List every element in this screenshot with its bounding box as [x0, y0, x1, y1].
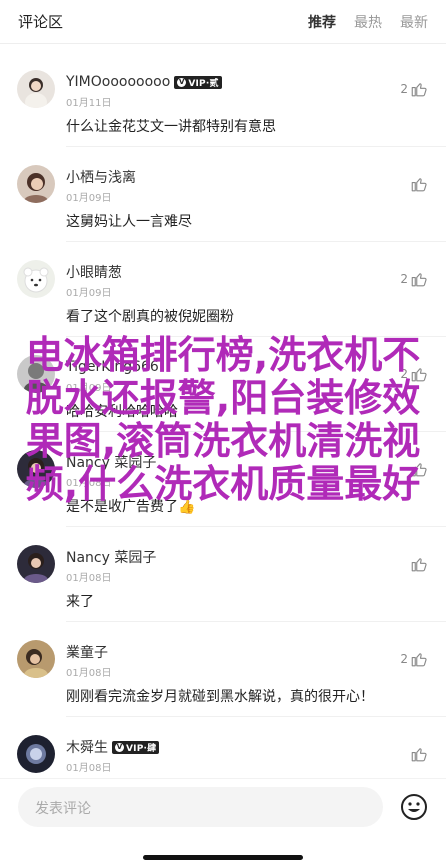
thumbs-up-icon	[411, 83, 427, 97]
comment-item: 小眼睛葱 01月09日 看了这个剧真的被倪妮圈粉 2	[0, 242, 446, 337]
username[interactable]: 業童子	[66, 642, 108, 662]
like-button[interactable]: 2	[400, 650, 428, 668]
comment-input-bar: 发表评论	[0, 778, 446, 839]
emoji-icon[interactable]	[400, 793, 428, 821]
comment-date: 01月11日	[66, 98, 112, 109]
vip-icon: V	[115, 742, 124, 752]
username[interactable]: 小眼睛葱	[66, 262, 122, 282]
username[interactable]: YIMOoooooooo	[66, 74, 170, 90]
username[interactable]: 小栖与浅离	[66, 167, 136, 187]
avatar[interactable]	[17, 640, 55, 678]
tab-recommended[interactable]: 推荐	[308, 12, 336, 32]
username[interactable]: 木舜生	[66, 737, 108, 757]
comment-date: 01月08日	[66, 763, 112, 774]
like-button[interactable]	[408, 745, 428, 763]
comment-text: 这舅妈让人一言难尽	[66, 214, 192, 230]
comments-header: 评论区 推荐 最热 最新	[0, 0, 446, 44]
vip-badge: V VIP·肆	[112, 740, 160, 754]
comment-text: 来了	[66, 594, 94, 610]
thumbs-up-icon	[411, 748, 427, 762]
thumbs-up-icon	[411, 558, 427, 572]
comment-item: 小栖与浅离 01月09日 这舅妈让人一言难尽	[0, 147, 446, 242]
comment-item: Nancy 菜园子 01月08日 来了	[0, 527, 446, 622]
comment-date: 01月09日	[66, 193, 112, 204]
tab-newest[interactable]: 最新	[400, 12, 428, 32]
avatar[interactable]	[17, 260, 55, 298]
page-title: 评论区	[18, 13, 64, 31]
avatar[interactable]	[17, 735, 55, 773]
comment-item: 業童子 01月08日 刚刚看完流金岁月就碰到黑水解说，真的很开心！ 2	[0, 622, 446, 717]
tab-hottest[interactable]: 最热	[354, 12, 382, 32]
like-count: 2	[400, 272, 408, 286]
thumbs-up-icon	[411, 653, 427, 667]
comment-text: 看了这个剧真的被倪妮圈粉	[66, 309, 234, 325]
sort-tabs: 推荐 最热 最新	[308, 12, 428, 32]
avatar[interactable]	[17, 70, 55, 108]
like-button[interactable]: 2	[400, 270, 428, 288]
comment-date: 01月09日	[66, 288, 112, 299]
avatar[interactable]	[17, 545, 55, 583]
comment-date: 01月08日	[66, 668, 112, 679]
avatar[interactable]	[17, 165, 55, 203]
vip-icon: V	[177, 77, 187, 87]
comment-item: YIMOoooooooo V VIP·贰 01月11日 什么让金花艾文一讲都特别有…	[0, 52, 446, 147]
thumbs-up-icon	[411, 273, 427, 287]
like-button[interactable]	[408, 555, 428, 573]
like-button[interactable]: 2	[400, 80, 428, 98]
comment-input-placeholder: 发表评论	[35, 801, 91, 817]
comment-input[interactable]: 发表评论	[18, 787, 383, 827]
overlay-caption: 电冰箱排行榜,洗衣机不脱水还报警,阳台装修效果图,滚筒洗衣机清洗视频,什么洗衣机…	[25, 333, 421, 506]
vip-badge: V VIP·贰	[174, 75, 222, 89]
like-button[interactable]	[408, 175, 428, 193]
comment-date: 01月08日	[66, 573, 112, 584]
comment-text: 刚刚看完流金岁月就碰到黑水解说，真的很开心！	[66, 689, 374, 705]
username[interactable]: Nancy 菜园子	[66, 547, 156, 567]
comment-text: 什么让金花艾文一讲都特别有意思	[66, 119, 276, 135]
like-count: 2	[400, 82, 408, 96]
home-indicator	[143, 855, 303, 860]
like-count: 2	[400, 652, 408, 666]
thumbs-up-icon	[411, 178, 427, 192]
